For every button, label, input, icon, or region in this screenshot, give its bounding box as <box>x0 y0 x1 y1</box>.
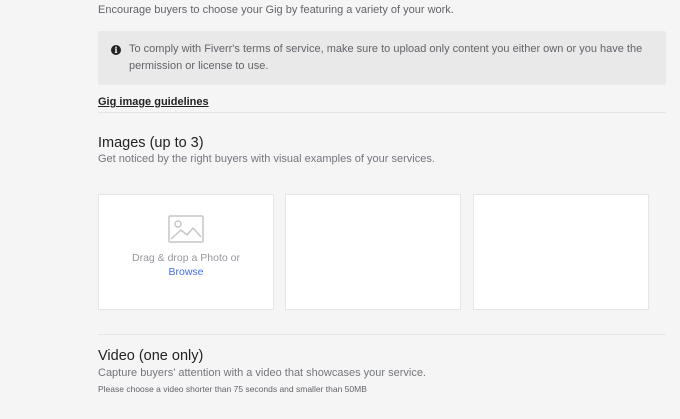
drag-drop-text: Drag & drop a Photo or <box>132 252 240 264</box>
gallery-intro-text: Encourage buyers to choose your Gig by f… <box>98 4 454 16</box>
terms-notice-text: To comply with Fiverr's terms of service… <box>129 43 643 72</box>
image-upload-slot-1[interactable]: Drag & drop a Photo or Browse <box>98 194 274 310</box>
info-icon: i <box>111 45 121 55</box>
video-section-description: Capture buyers' attention with a video t… <box>98 367 426 379</box>
image-upload-slot-2[interactable] <box>285 194 461 310</box>
divider <box>98 112 666 113</box>
video-section-title: Video (one only) <box>98 348 204 364</box>
image-placeholder-icon <box>168 215 204 243</box>
divider <box>98 334 666 335</box>
image-upload-slot-3[interactable] <box>473 194 649 310</box>
gig-image-guidelines-link[interactable]: Gig image guidelines <box>98 96 209 108</box>
video-requirements-note: Please choose a video shorter than 75 se… <box>98 384 367 394</box>
images-section-description: Get noticed by the right buyers with vis… <box>98 153 435 165</box>
images-section-title: Images (up to 3) <box>98 135 204 151</box>
terms-notice: i To comply with Fiverr's terms of servi… <box>98 31 666 85</box>
browse-link[interactable]: Browse <box>99 266 273 278</box>
